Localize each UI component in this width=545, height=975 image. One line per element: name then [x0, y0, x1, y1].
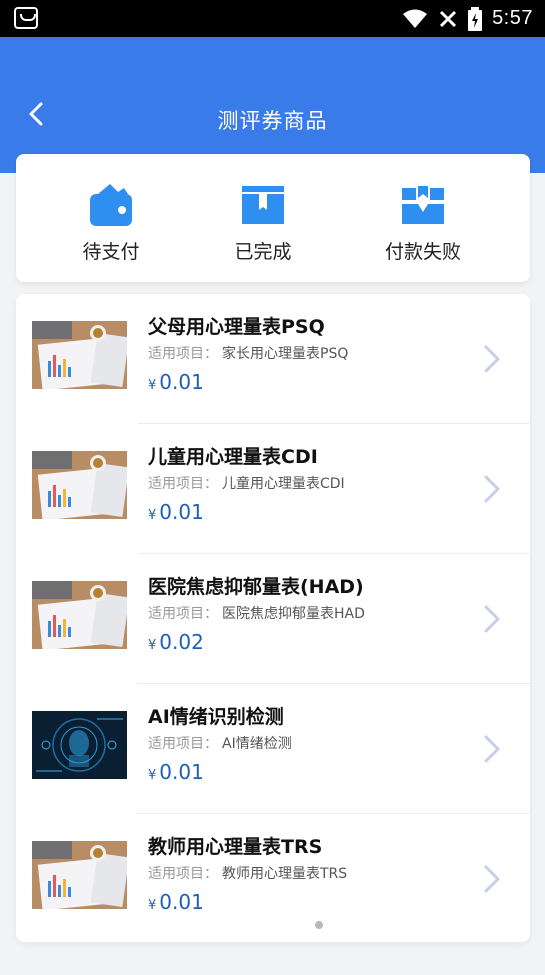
ai-face-image [32, 711, 127, 779]
chevron-right-icon [484, 605, 500, 633]
price-value: 0.02 [159, 630, 204, 654]
status-bar: 5:57 [0, 0, 545, 37]
status-time: 5:57 [492, 7, 533, 29]
price-value: 0.01 [159, 370, 204, 394]
project-value: 家长用心理量表PSQ [222, 346, 349, 362]
item-project: 适用项目： 儿童用心理量表CDI [148, 473, 345, 493]
header: 测评券商品 [0, 37, 545, 173]
item-price: ¥0.01 [148, 890, 204, 914]
currency-symbol: ¥ [148, 898, 157, 913]
price-value: 0.01 [159, 760, 204, 784]
order-status-tabs: 待支付 已完成 付款失败 [16, 154, 530, 282]
product-list: 父母用心理量表PSQ 适用项目： 家长用心理量表PSQ ¥0.01 儿童用心理量表… [16, 294, 530, 942]
no-sim-icon [440, 10, 457, 27]
item-price: ¥0.01 [148, 500, 204, 524]
project-value: 儿童用心理量表CDI [222, 476, 345, 492]
item-title: 儿童用心理量表CDI [148, 446, 318, 468]
chevron-right-icon [484, 345, 500, 373]
list-item[interactable]: 父母用心理量表PSQ 适用项目： 家长用心理量表PSQ ¥0.01 [16, 294, 530, 424]
price-value: 0.01 [159, 500, 204, 524]
list-item[interactable]: 医院焦虑抑郁量表(HAD) 适用项目： 医院焦虑抑郁量表HAD ¥0.02 [16, 554, 530, 684]
tab-label: 已完成 [234, 241, 292, 263]
broken-box-icon [402, 186, 444, 224]
project-prefix: 适用项目： [148, 606, 218, 622]
item-project: 适用项目： 家长用心理量表PSQ [148, 343, 348, 363]
project-prefix: 适用项目： [148, 346, 218, 362]
tab-payment-failed[interactable]: 付款失败 [348, 154, 498, 282]
currency-symbol: ¥ [148, 378, 157, 393]
item-title: 教师用心理量表TRS [148, 836, 323, 858]
desk-chart-image [32, 841, 127, 909]
tab-completed[interactable]: 已完成 [188, 154, 338, 282]
currency-symbol: ¥ [148, 638, 157, 653]
tab-label: 待支付 [82, 241, 140, 263]
project-prefix: 适用项目： [148, 866, 218, 882]
item-title: 医院焦虑抑郁量表(HAD) [148, 576, 364, 598]
chevron-right-icon [484, 865, 500, 893]
project-value: 教师用心理量表TRS [222, 866, 348, 882]
item-project: 适用项目： 医院焦虑抑郁量表HAD [148, 603, 365, 623]
project-prefix: 适用项目： [148, 736, 218, 752]
notification-app-icon [14, 7, 38, 29]
price-value: 0.01 [159, 890, 204, 914]
currency-symbol: ¥ [148, 768, 157, 783]
chevron-right-icon [484, 735, 500, 763]
item-project: 适用项目： 教师用心理量表TRS [148, 863, 347, 883]
item-title: 父母用心理量表PSQ [148, 316, 325, 338]
box-icon [242, 186, 284, 224]
item-price: ¥0.01 [148, 760, 204, 784]
page-title: 测评券商品 [217, 109, 328, 133]
currency-symbol: ¥ [148, 508, 157, 523]
project-value: 医院焦虑抑郁量表HAD [222, 606, 365, 622]
item-price: ¥0.01 [148, 370, 204, 394]
item-title: AI情绪识别检测 [148, 706, 284, 728]
list-item[interactable]: 教师用心理量表TRS 适用项目： 教师用心理量表TRS ¥0.01 [16, 814, 530, 942]
tab-label: 付款失败 [384, 241, 461, 263]
wallet-icon [90, 184, 132, 226]
pager-dot [315, 921, 323, 929]
battery-charging-icon [468, 6, 483, 31]
tab-pending-payment[interactable]: 待支付 [36, 154, 186, 282]
desk-chart-image [32, 581, 127, 649]
desk-chart-image [32, 321, 127, 389]
item-project: 适用项目： AI情绪检测 [148, 733, 292, 753]
list-item[interactable]: AI情绪识别检测 适用项目： AI情绪检测 ¥0.01 [16, 684, 530, 814]
chevron-right-icon [484, 475, 500, 503]
list-item[interactable]: 儿童用心理量表CDI 适用项目： 儿童用心理量表CDI ¥0.01 [16, 424, 530, 554]
wifi-icon [403, 9, 428, 28]
desk-chart-image [32, 451, 127, 519]
item-price: ¥0.02 [148, 630, 204, 654]
project-prefix: 适用项目： [148, 476, 218, 492]
project-value: AI情绪检测 [222, 736, 292, 752]
